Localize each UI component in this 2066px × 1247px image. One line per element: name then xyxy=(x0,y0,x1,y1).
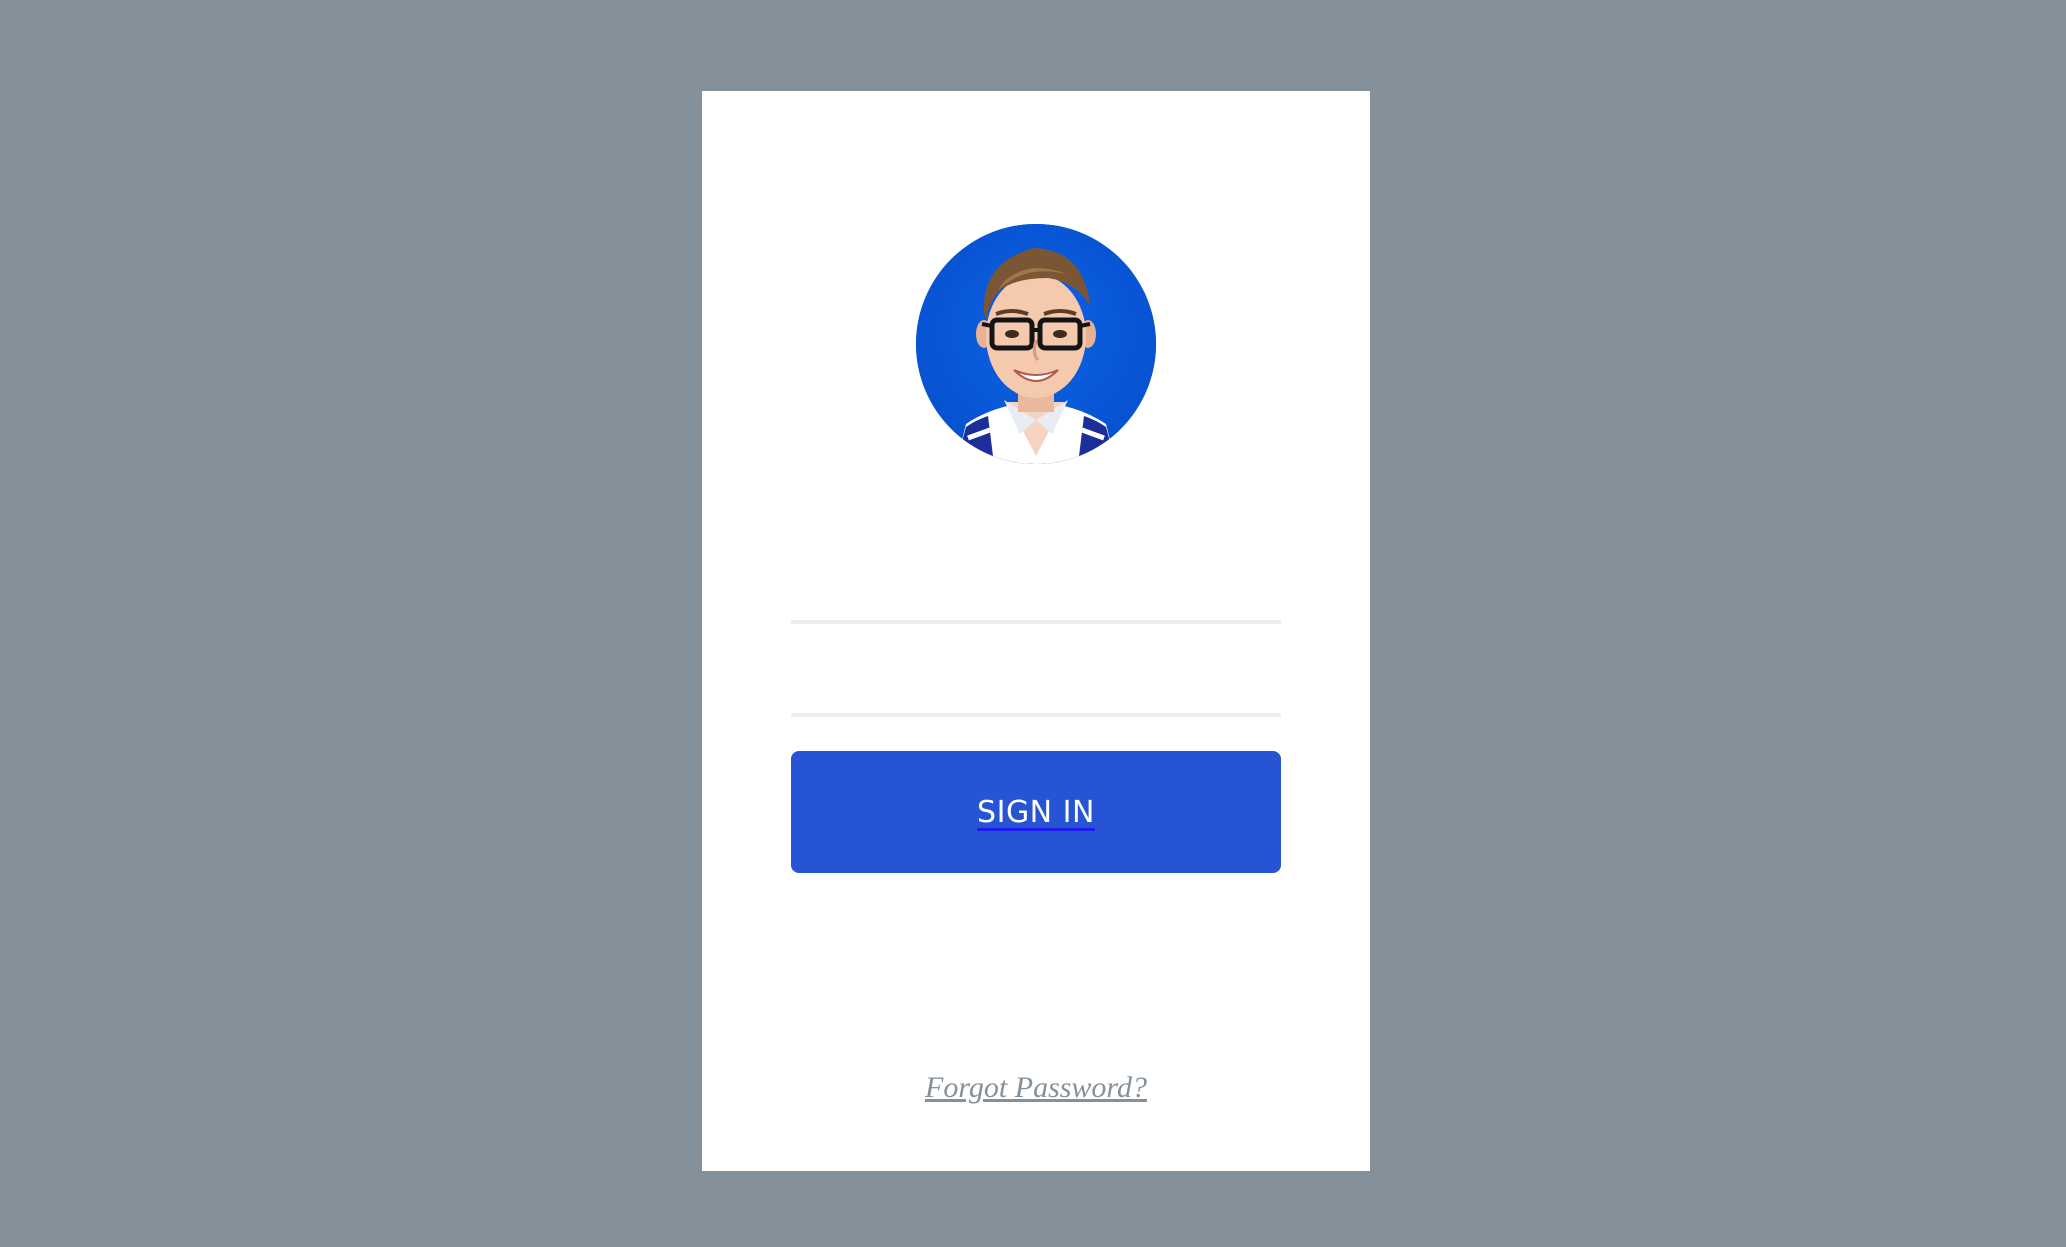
sign-in-label: SIGN IN xyxy=(977,794,1095,830)
sign-in-button[interactable]: SIGN IN xyxy=(791,751,1281,873)
forgot-password-link[interactable]: Forgot Password? xyxy=(702,1071,1370,1105)
login-card: SIGN IN Forgot Password? xyxy=(702,91,1370,1171)
password-field[interactable] xyxy=(791,657,1281,717)
username-field[interactable] xyxy=(791,564,1281,624)
avatar xyxy=(916,224,1156,464)
user-photo-icon xyxy=(916,224,1156,464)
page-background: SIGN IN Forgot Password? xyxy=(0,0,2066,1247)
